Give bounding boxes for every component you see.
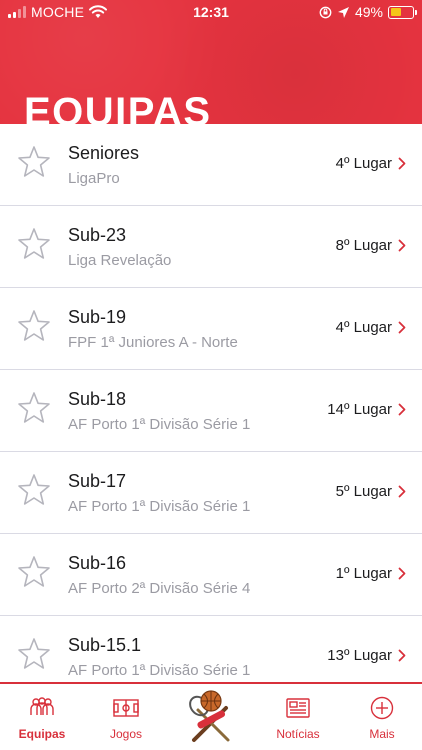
battery-percent: 49% — [354, 4, 383, 20]
team-row[interactable]: Sub-16 AF Porto 2ª Divisão Série 4 1º Luga… — [0, 534, 422, 616]
chevron-right-icon — [398, 649, 406, 662]
league-name: LigaPro — [68, 170, 120, 187]
team-row[interactable]: Sub-17 AF Porto 1ª Divisão Série 1 5º Luga… — [0, 452, 422, 534]
chevron-right-icon — [398, 485, 406, 498]
favorite-star-icon[interactable] — [16, 554, 52, 590]
team-name: Sub-15.1 — [68, 635, 142, 655]
team-name: Sub-23 — [68, 225, 127, 245]
team-list[interactable]: Seniores LigaPro 4º Lugar Sub-23 Liga Revela… — [0, 124, 422, 682]
league-name: AF Porto 1ª Divisão Série 1 — [68, 662, 251, 679]
tab-noticias[interactable]: Notícias — [256, 684, 340, 750]
field-icon — [113, 699, 139, 717]
orientation-lock-icon — [319, 6, 332, 18]
header: MOCHE 12:31 49% EQUIPAS — [0, 0, 422, 124]
tab-bar: Equipas Jogos Notícias Mais — [0, 682, 422, 750]
status-bar: MOCHE 12:31 49% — [0, 0, 422, 24]
tab-label: Mais — [369, 727, 395, 741]
league-name: AF Porto 1ª Divisão Série 1 — [68, 498, 251, 515]
signal-icon — [8, 6, 26, 18]
league-name: AF Porto 1ª Divisão Série 1 — [68, 416, 251, 433]
chevron-right-icon — [398, 567, 406, 580]
tab-equipas[interactable]: Equipas — [0, 684, 84, 750]
team-name: Sub-16 — [68, 553, 127, 573]
league-position: 4º Lugar — [335, 155, 392, 172]
league-name: FPF 1ª Juniores A - Norte — [68, 334, 238, 351]
favorite-star-icon[interactable] — [16, 226, 52, 262]
team-name: Sub-17 — [68, 471, 127, 491]
team-name: Seniores — [68, 143, 140, 163]
tab-label: Notícias — [276, 727, 320, 741]
tab-jogos[interactable]: Jogos — [84, 684, 168, 750]
plus-circle-icon — [370, 696, 394, 720]
carrier-label: MOCHE — [31, 4, 85, 20]
team-name: Sub-18 — [68, 389, 127, 409]
tab-label: Jogos — [109, 727, 143, 741]
league-position: 4º Lugar — [335, 319, 392, 336]
chevron-right-icon — [398, 403, 406, 416]
team-row[interactable]: Seniores LigaPro 4º Lugar — [0, 124, 422, 206]
favorite-star-icon[interactable] — [16, 636, 52, 672]
sports-logo-icon[interactable] — [186, 688, 236, 746]
league-position: 8º Lugar — [335, 237, 392, 254]
league-name: Liga Revelação — [68, 252, 172, 269]
league-position: 5º Lugar — [335, 483, 392, 500]
team-row[interactable]: Sub-15.1 AF Porto 1ª Divisão Série 1 13º L… — [0, 616, 422, 682]
chevron-right-icon — [398, 321, 406, 334]
page-title: EQUIPAS — [24, 90, 212, 124]
team-row[interactable]: Sub-18 AF Porto 1ª Divisão Série 1 14º Lug… — [0, 370, 422, 452]
league-position: 14º Lugar — [327, 401, 392, 418]
chevron-right-icon — [398, 157, 406, 170]
league-position: 1º Lugar — [335, 565, 392, 582]
battery-icon — [388, 5, 417, 19]
team-row[interactable]: Sub-19 FPF 1ª Juniores A - Norte 4º Lugar — [0, 288, 422, 370]
favorite-star-icon[interactable] — [16, 308, 52, 344]
favorite-star-icon[interactable] — [16, 390, 52, 426]
team-name: Sub-19 — [68, 307, 127, 327]
favorite-star-icon[interactable] — [16, 472, 52, 508]
team-row[interactable]: Sub-23 Liga Revelação 8º Lugar — [0, 206, 422, 288]
league-name: AF Porto 2ª Divisão Série 4 — [68, 580, 251, 597]
team-icon — [30, 697, 54, 715]
location-icon — [337, 6, 349, 18]
tab-mais[interactable]: Mais — [340, 684, 422, 750]
newspaper-icon — [286, 698, 310, 718]
tab-label: Equipas — [18, 727, 66, 741]
wifi-icon — [89, 5, 108, 18]
favorite-star-icon[interactable] — [16, 144, 52, 180]
league-position: 13º Lugar — [327, 647, 392, 664]
chevron-right-icon — [398, 239, 406, 252]
